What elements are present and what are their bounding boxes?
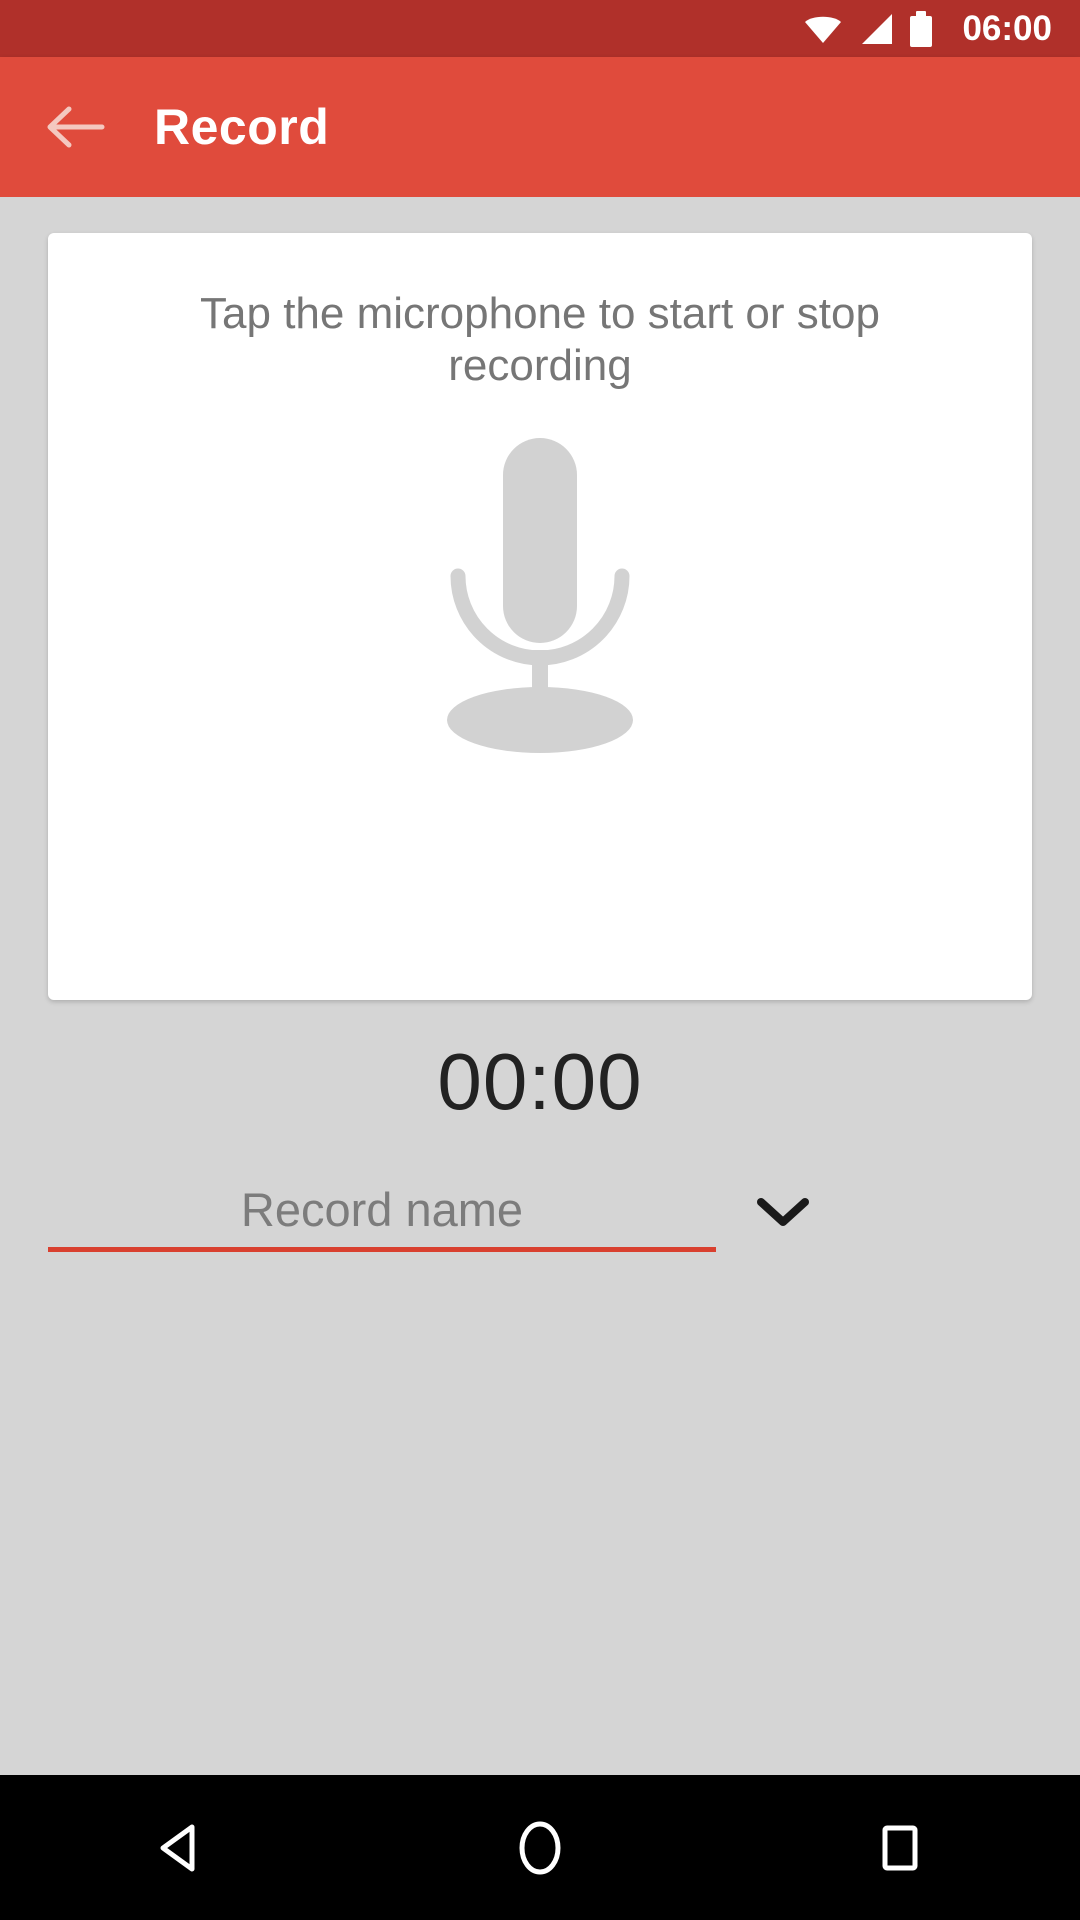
status-bar: 06:00 bbox=[0, 0, 1080, 57]
system-navigation-bar bbox=[0, 1775, 1080, 1920]
status-bar-clock: 06:00 bbox=[962, 9, 1052, 48]
wifi-icon bbox=[804, 14, 842, 44]
page-title: Record bbox=[154, 99, 330, 155]
record-hint-text: Tap the microphone to start or stop reco… bbox=[200, 289, 880, 390]
microphone-button[interactable] bbox=[48, 428, 1032, 768]
record-name-input[interactable]: Record name bbox=[48, 1172, 716, 1252]
nav-recents-button[interactable] bbox=[815, 1775, 985, 1920]
microphone-icon bbox=[447, 438, 633, 753]
record-name-placeholder: Record name bbox=[240, 1183, 524, 1236]
chevron-down-icon[interactable] bbox=[733, 1172, 833, 1252]
battery-icon bbox=[910, 10, 933, 47]
record-name-row: Record name bbox=[0, 1172, 1080, 1268]
app-bar: Record bbox=[0, 57, 1080, 197]
square-recents-icon bbox=[882, 1825, 918, 1870]
circle-home-icon bbox=[519, 1821, 561, 1874]
main-content: Tap the microphone to start or stop reco… bbox=[0, 197, 1080, 1775]
triangle-back-icon bbox=[160, 1824, 195, 1871]
recording-timer: 00:00 bbox=[437, 1037, 643, 1126]
status-icon-group: 06:00 bbox=[804, 9, 1052, 48]
nav-home-button[interactable] bbox=[455, 1775, 625, 1920]
back-arrow-icon[interactable] bbox=[32, 84, 118, 170]
record-card[interactable]: Tap the microphone to start or stop reco… bbox=[48, 233, 1032, 1000]
nav-back-button[interactable] bbox=[95, 1775, 265, 1920]
signal-icon bbox=[858, 13, 894, 45]
